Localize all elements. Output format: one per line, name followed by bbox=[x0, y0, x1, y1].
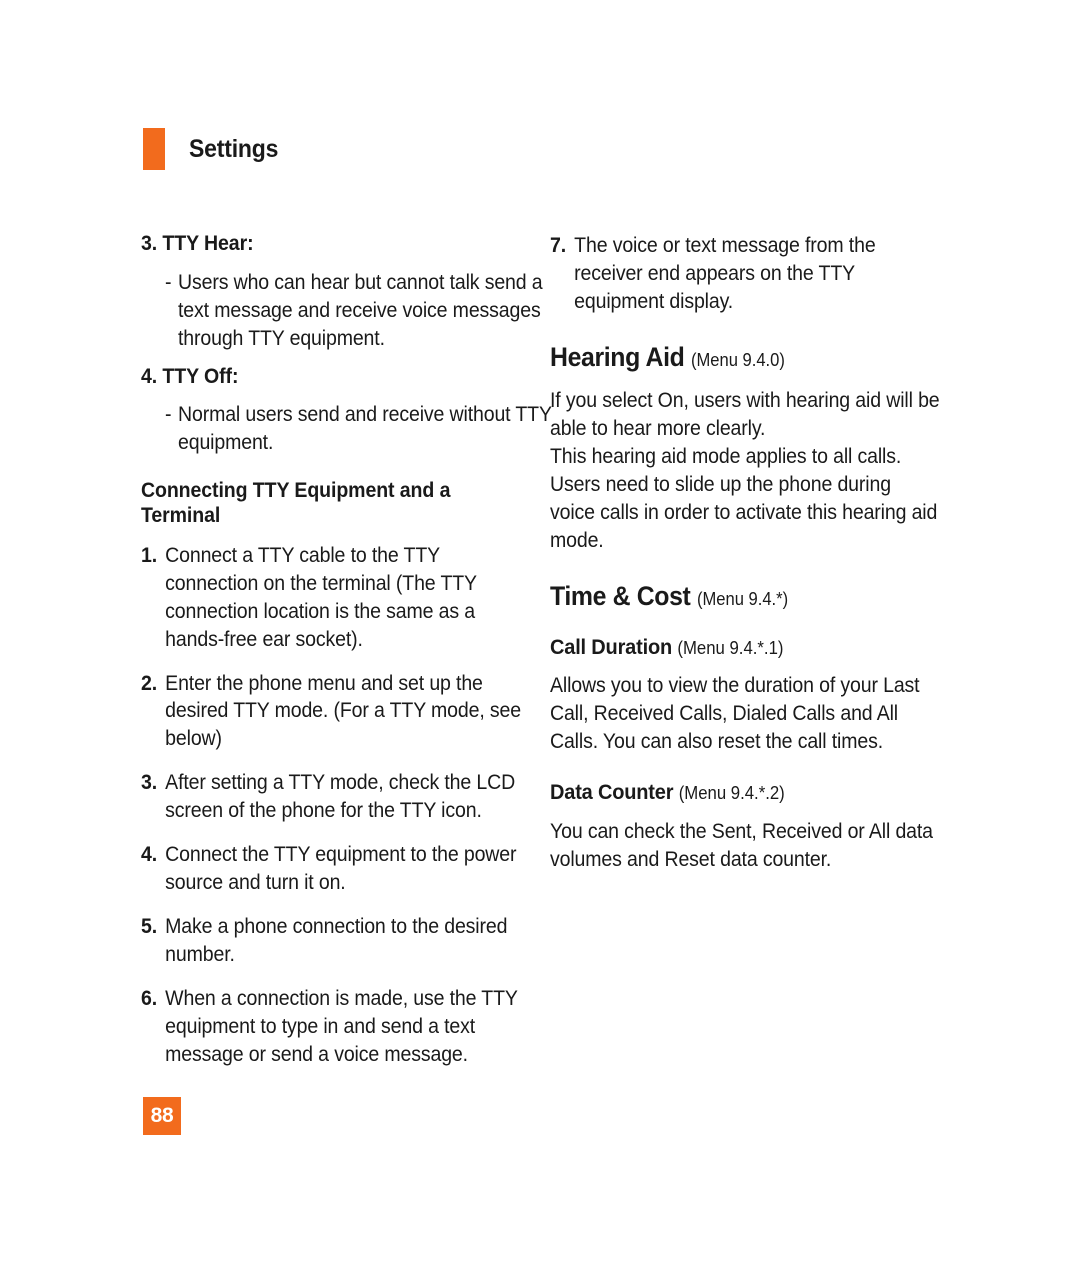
heading-tty-hear: 3. TTY Hear: bbox=[141, 232, 254, 255]
step-number: 7. bbox=[550, 234, 567, 257]
heading-hearing-aid-menu-ref: (Menu 9.4.0) bbox=[690, 349, 785, 370]
list-item-step-6: 6. When a connection is made, use the TT… bbox=[141, 985, 532, 1069]
heading-call-duration-menu-ref: (Menu 9.4.*.1) bbox=[677, 637, 784, 658]
header-accent-bar bbox=[143, 128, 165, 170]
step-text: After setting a TTY mode, check the LCD … bbox=[165, 771, 516, 823]
heading-time-and-cost-menu-ref: (Menu 9.4.*) bbox=[696, 588, 789, 609]
step-text: When a connection is made, use the TTY e… bbox=[165, 986, 518, 1066]
heading-call-duration: Call Duration (Menu 9.4.*.1) bbox=[550, 635, 941, 660]
dash-marker: - bbox=[165, 403, 172, 427]
list-item-step-7: 7. The voice or text message from the re… bbox=[550, 232, 941, 316]
heading-data-counter-title: Data Counter bbox=[550, 780, 674, 805]
step-number: 4. bbox=[141, 843, 158, 867]
page-number-badge: 88 bbox=[143, 1097, 181, 1135]
page-title: Settings bbox=[189, 134, 279, 163]
paragraph-data-counter: You can check the Sent, Received or All … bbox=[550, 819, 933, 871]
step-number: 6. bbox=[141, 986, 158, 1010]
heading-call-duration-title: Call Duration bbox=[550, 634, 673, 659]
content-columns: 3. TTY Hear: - Users who can hear but ca… bbox=[141, 232, 941, 1085]
step-text: Make a phone connection to the desired n… bbox=[165, 915, 508, 966]
right-column: 7. The voice or text message from the re… bbox=[550, 232, 941, 1085]
heading-hearing-aid: Hearing Aid (Menu 9.4.0) bbox=[550, 342, 940, 372]
list-item-step-1: 1. Connect a TTY cable to the TTY connec… bbox=[141, 542, 532, 654]
bullet-text: Users who can hear but cannot talk send … bbox=[178, 270, 543, 350]
bullet-tty-hear: - Users who can hear but cannot talk sen… bbox=[165, 269, 556, 353]
heading-time-and-cost-title: Time & Cost bbox=[550, 580, 691, 611]
step-text: The voice or text message from the recei… bbox=[574, 234, 876, 313]
paragraph-call-duration: Allows you to view the duration of your … bbox=[550, 674, 920, 754]
step-text: Enter the phone menu and set up the desi… bbox=[165, 671, 521, 751]
heading-data-counter-menu-ref: (Menu 9.4.*.2) bbox=[678, 783, 785, 804]
list-item-step-2: 2. Enter the phone menu and set up the d… bbox=[141, 670, 532, 754]
step-number: 2. bbox=[141, 671, 158, 695]
dash-marker: - bbox=[165, 270, 172, 294]
paragraph-hearing-aid-1: If you select On, users with hearing aid… bbox=[550, 389, 940, 440]
paragraph-hearing-aid-3: Users need to slide up the phone during … bbox=[550, 472, 938, 552]
paragraph-hearing-aid-2: This hearing aid mode applies to all cal… bbox=[550, 444, 902, 468]
heading-time-and-cost: Time & Cost (Menu 9.4.*) bbox=[550, 581, 940, 611]
step-number: 1. bbox=[141, 543, 158, 567]
heading-data-counter: Data Counter (Menu 9.4.*.2) bbox=[550, 780, 941, 805]
list-item-step-4: 4. Connect the TTY equipment to the powe… bbox=[141, 841, 532, 897]
step-text: Connect the TTY equipment to the power s… bbox=[165, 843, 517, 895]
heading-hearing-aid-title: Hearing Aid bbox=[550, 341, 685, 372]
heading-connecting-tty-equipment: Connecting TTY Equipment and a Terminal bbox=[141, 479, 451, 527]
step-number: 3. bbox=[141, 771, 158, 795]
list-item-step-5: 5. Make a phone connection to the desire… bbox=[141, 913, 532, 969]
bullet-tty-off: - Normal users send and receive without … bbox=[165, 401, 556, 457]
manual-page: Settings 3. TTY Hear: - Users who can he… bbox=[0, 0, 1080, 1265]
list-item-step-3: 3. After setting a TTY mode, check the L… bbox=[141, 769, 532, 825]
step-number: 5. bbox=[141, 915, 158, 938]
left-column: 3. TTY Hear: - Users who can hear but ca… bbox=[141, 232, 552, 1085]
bullet-text: Normal users send and receive without TT… bbox=[178, 403, 552, 455]
page-header: Settings bbox=[143, 128, 286, 170]
step-text: Connect a TTY cable to the TTY connectio… bbox=[165, 543, 477, 651]
heading-tty-off: 4. TTY Off: bbox=[141, 364, 239, 388]
